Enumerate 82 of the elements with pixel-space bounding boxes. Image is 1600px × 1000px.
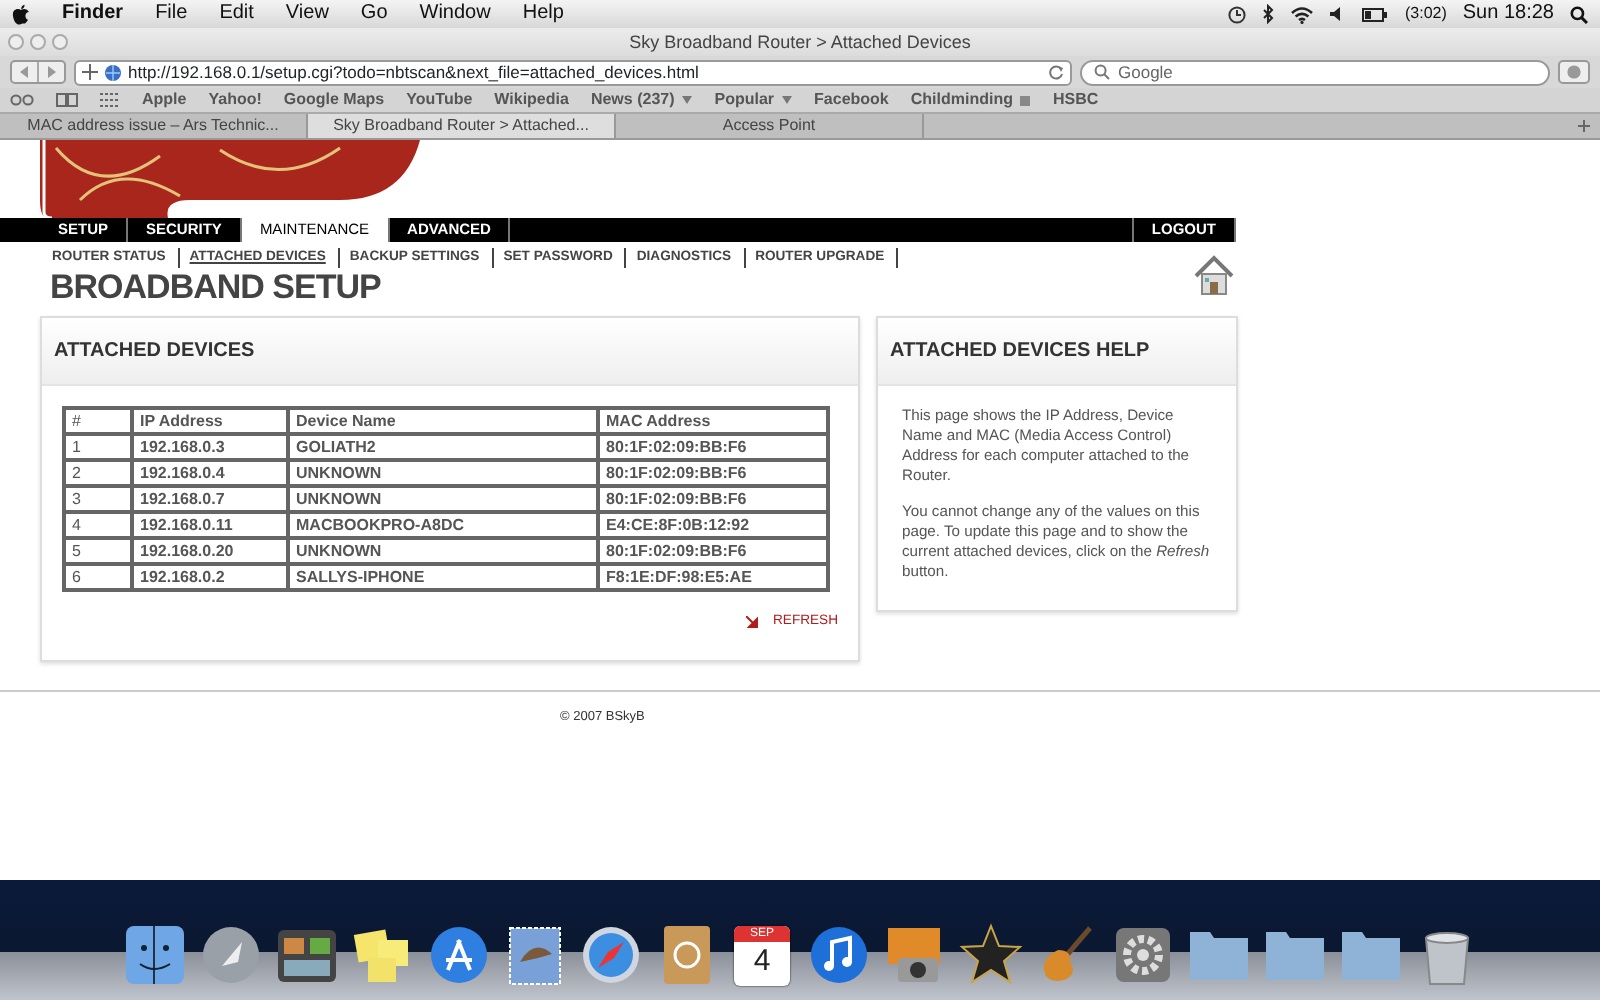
plus-icon[interactable] [82, 64, 98, 80]
caret-icon [782, 96, 793, 104]
table-cell: 192.168.0.2 [132, 564, 288, 591]
table-cell: MACBOOKPRO-A8DC [288, 512, 598, 539]
folder-menu-icon [1020, 95, 1031, 105]
apple-logo-icon[interactable] [12, 3, 30, 25]
bookmark-link[interactable]: Yahoo! [208, 88, 262, 112]
table-cell: 192.168.0.11 [132, 512, 288, 539]
bookmark-link[interactable]: Wikipedia [494, 88, 569, 112]
table-cell: 80:1F:02:09:BB:F6 [598, 460, 828, 487]
finder-icon[interactable] [121, 922, 187, 988]
column-header: IP Address [132, 408, 288, 435]
search-icon[interactable] [1570, 5, 1588, 23]
caret-icon [682, 96, 693, 104]
wifi-icon[interactable] [1290, 5, 1315, 23]
globe-icon [104, 63, 122, 81]
app-store-icon[interactable] [425, 922, 491, 988]
house-icon [1192, 254, 1236, 298]
table-cell: F8:1E:DF:98:E5:AE [598, 564, 828, 591]
table-cell: 192.168.0.20 [132, 538, 288, 565]
panel-title: ATTACHED DEVICES HELP [878, 318, 1236, 387]
column-header: Device Name [288, 408, 598, 435]
battery-time: (3:02) [1404, 2, 1447, 26]
table-cell: GOLIATH2 [288, 434, 598, 461]
bookmark-link[interactable]: Popular [714, 88, 793, 112]
compass-icon[interactable] [577, 922, 643, 988]
search-field[interactable]: Google [1080, 59, 1550, 85]
browser-tab[interactable]: Access Point [616, 114, 924, 138]
bookmark-link[interactable]: Facebook [814, 88, 889, 112]
app-menu[interactable]: Finder [62, 0, 124, 28]
table-cell: 80:1F:02:09:BB:F6 [598, 434, 828, 461]
reading-list-icon[interactable] [10, 94, 34, 106]
book-icon[interactable] [56, 92, 78, 108]
table-cell: UNKNOWN [288, 460, 598, 487]
bluetooth-icon[interactable] [1262, 4, 1275, 24]
table-cell: 80:1F:02:09:BB:F6 [598, 486, 828, 513]
panel-title: ATTACHED DEVICES [42, 318, 858, 387]
bookmark-link[interactable]: Apple [142, 88, 187, 112]
table-cell: 1 [64, 434, 132, 461]
table-cell: 192.168.0.3 [132, 434, 288, 461]
table-cell: 192.168.0.7 [132, 486, 288, 513]
menu-item[interactable]: File [155, 0, 188, 28]
bookmark-link[interactable]: News (237) [590, 88, 693, 112]
page-heading: BROADBAND SETUP [48, 268, 383, 309]
grid-icon[interactable] [100, 92, 120, 108]
url-text: http://192.168.0.1/setup.cgi?todo=nbtscan&next_file=attached_devices.html [128, 59, 701, 85]
table-cell: SALLYS-IPHONE [288, 564, 598, 591]
clock-icon[interactable] [1228, 5, 1247, 23]
rocket-icon[interactable] [197, 922, 263, 988]
table-cell: 2 [64, 460, 132, 487]
table-cell: 3 [64, 486, 132, 513]
menu-item[interactable]: Help [522, 0, 564, 28]
menu-clock[interactable]: Sun 18:28 [1462, 0, 1554, 28]
table-cell: UNKNOWN [288, 486, 598, 513]
star-icon[interactable] [957, 922, 1023, 988]
window-title: Sky Broadband Router > Attached Devices [629, 32, 971, 52]
table-cell: 5 [64, 538, 132, 565]
table-cell: 6 [64, 564, 132, 591]
search-placeholder: Google [1118, 61, 1173, 83]
table-cell: 80:1F:02:09:BB:F6 [598, 538, 828, 565]
table-cell: E4:CE:8F:0B:12:92 [598, 512, 828, 539]
music-note-icon[interactable] [805, 922, 871, 988]
table-cell: UNKNOWN [288, 538, 598, 565]
browser-tab[interactable]: Sky Broadband Router > Attached... [308, 114, 616, 138]
bookmark-link[interactable]: Childminding [910, 88, 1031, 112]
bookmark-link[interactable]: HSBC [1052, 88, 1099, 112]
calendar-day: 4 [753, 941, 771, 981]
column-header: # [64, 408, 132, 435]
address-field[interactable]: http://192.168.0.1/setup.cgi?todo=nbtscan&next_file=attached_devices.html [74, 59, 1072, 85]
column-header: MAC Address [598, 408, 828, 435]
menu-item[interactable]: Window [419, 0, 491, 28]
bookmark-link[interactable]: YouTube [406, 88, 473, 112]
menu-item[interactable]: Go [360, 0, 388, 28]
reload-icon[interactable] [1048, 64, 1064, 80]
bookmark-link[interactable]: Google Maps [283, 88, 385, 112]
search-icon [1094, 64, 1110, 80]
arrow-icon [745, 616, 758, 629]
menu-item[interactable]: View [285, 0, 329, 28]
menu-item[interactable]: Edit [219, 0, 254, 28]
battery-icon[interactable] [1362, 7, 1389, 21]
table-cell: 4 [64, 512, 132, 539]
table-cell: 192.168.0.4 [132, 460, 288, 487]
